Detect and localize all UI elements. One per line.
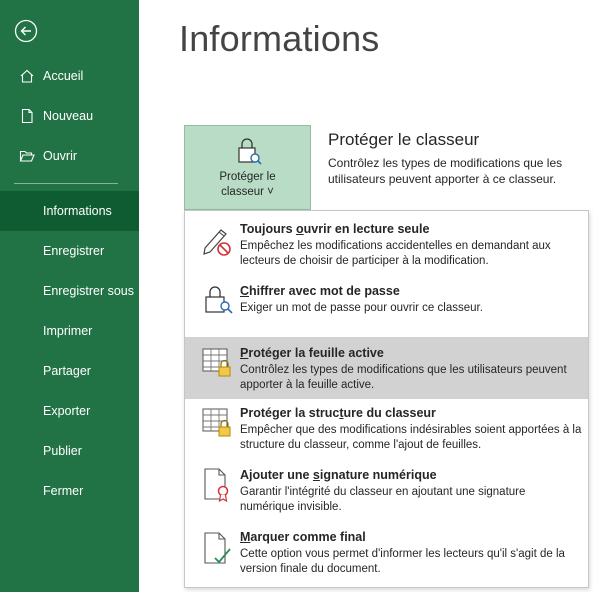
sidebar-item-enregistrer[interactable]: Enregistrer — [0, 231, 139, 271]
menu-item-title: Toujours ouvrir en lecture seule — [240, 222, 430, 236]
sidebar-divider — [14, 183, 118, 184]
menu-item-title: Ajouter une signature numérique — [240, 468, 437, 482]
menu-item-protect-structure[interactable]: Protéger la structure du classeur Empêch… — [185, 401, 588, 461]
protect-button-label-line2: classeur ˅ — [221, 186, 274, 198]
protect-sheet-icon — [201, 347, 235, 383]
sidebar-item-label: Accueil — [43, 69, 84, 83]
menu-item-description: Exiger un mot de passe pour ouvrir ce cl… — [240, 302, 483, 314]
sidebar-item-nouveau[interactable]: Nouveau — [0, 96, 139, 136]
menu-item-mark-as-final[interactable]: Marquer comme final Cette option vous pe… — [185, 525, 588, 585]
sidebar-item-informations[interactable]: Informations — [0, 191, 139, 231]
section-title: Protéger le classeur — [328, 130, 480, 149]
sidebar-item-label: Exporter — [43, 404, 91, 418]
sidebar-item-enregistrer-sous[interactable]: Enregistrer sous — [0, 271, 139, 311]
sidebar-item-partager[interactable]: Partager — [0, 351, 139, 391]
lock-key-icon — [201, 283, 235, 319]
sidebar-item-label: Enregistrer — [43, 244, 105, 258]
menu-item-description: Empêcher que des modifications indésirab… — [240, 424, 582, 451]
menu-item-description: Contrôlez les types de modifications que… — [240, 364, 567, 391]
menu-item-protect-active-sheet[interactable]: Protéger la feuille active Contrôlez les… — [185, 337, 588, 399]
menu-item-title: Chiffrer avec mot de passe — [240, 284, 400, 298]
page-title: Informations — [179, 18, 380, 59]
menu-item-description: Empêchez les modifications accidentelles… — [240, 240, 551, 267]
protect-workbook-button[interactable]: Protéger le classeur ˅ — [184, 125, 311, 210]
sidebar-item-label: Publier — [43, 444, 82, 458]
menu-item-always-open-read-only[interactable]: Toujours ouvrir en lecture seule Empêche… — [185, 217, 588, 277]
backstage-sidebar: Accueil Nouveau Ouvrir Informations Enre… — [0, 0, 139, 592]
digital-signature-icon — [201, 467, 235, 503]
menu-item-description: Garantir l'intégrité du classeur en ajou… — [240, 486, 526, 513]
back-arrow-icon[interactable] — [14, 19, 38, 43]
sidebar-item-imprimer[interactable]: Imprimer — [0, 311, 139, 351]
sidebar-item-label: Partager — [43, 364, 91, 378]
menu-item-title: Marquer comme final — [240, 530, 366, 544]
menu-item-title: Protéger la structure du classeur — [240, 406, 436, 420]
sidebar-item-label: Imprimer — [43, 324, 93, 338]
mark-final-icon — [201, 531, 235, 567]
sidebar-item-accueil[interactable]: Accueil — [0, 56, 139, 96]
sidebar-item-label: Ouvrir — [43, 149, 78, 163]
protect-workbook-menu: Toujours ouvrir en lecture seule Empêche… — [184, 210, 589, 588]
section-description: Contrôlez les types de modifications que… — [328, 156, 563, 186]
sidebar-item-label: Nouveau — [43, 109, 94, 123]
new-document-icon — [18, 107, 36, 125]
menu-item-description: Cette option vous permet d'informer les … — [240, 548, 565, 575]
menu-item-title: Protéger la feuille active — [240, 346, 384, 360]
sidebar-item-label: Fermer — [43, 484, 84, 498]
pencil-no-icon — [201, 222, 235, 258]
protect-structure-icon — [201, 407, 235, 443]
sidebar-item-exporter[interactable]: Exporter — [0, 391, 139, 431]
sidebar-item-label: Enregistrer sous — [43, 284, 135, 298]
menu-item-digital-signature[interactable]: Ajouter une signature numérique Garantir… — [185, 463, 588, 523]
menu-item-encrypt-password[interactable]: Chiffrer avec mot de passe Exiger un mot… — [185, 279, 588, 337]
lock-workbook-icon — [233, 136, 263, 168]
folder-open-icon — [18, 147, 36, 165]
protect-button-label-line1: Protéger le — [219, 171, 276, 183]
home-icon — [18, 67, 36, 85]
sidebar-item-ouvrir[interactable]: Ouvrir — [0, 136, 139, 176]
sidebar-item-fermer[interactable]: Fermer — [0, 471, 139, 511]
sidebar-item-label: Informations — [43, 204, 112, 218]
sidebar-item-publier[interactable]: Publier — [0, 431, 139, 471]
